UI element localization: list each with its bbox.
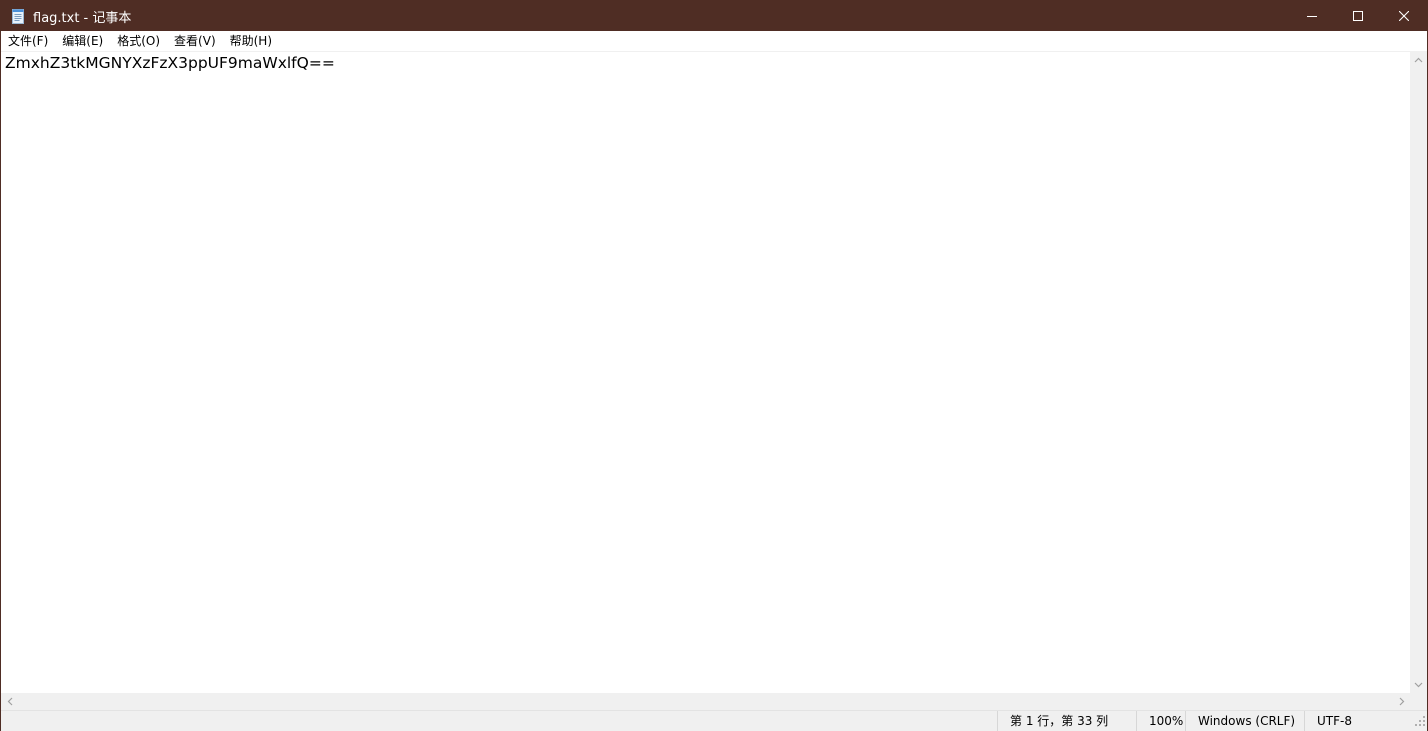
title-bar[interactable]: flag.txt - 记事本 xyxy=(1,1,1427,31)
scroll-left-icon[interactable] xyxy=(1,693,18,710)
menu-help[interactable]: 帮助(H) xyxy=(223,31,279,51)
minimize-icon xyxy=(1307,11,1317,21)
status-zoom: 100% xyxy=(1136,711,1185,731)
close-button[interactable] xyxy=(1381,1,1427,31)
horizontal-scrollbar[interactable] xyxy=(1,693,1410,710)
caption-buttons xyxy=(1289,1,1427,31)
menu-file[interactable]: 文件(F) xyxy=(1,31,55,51)
maximize-icon xyxy=(1353,11,1363,21)
minimize-button[interactable] xyxy=(1289,1,1335,31)
scroll-up-icon[interactable] xyxy=(1410,51,1427,68)
menu-bar: 文件(F) 编辑(E) 格式(O) 查看(V) 帮助(H) xyxy=(1,31,1427,51)
resize-grip-icon[interactable] xyxy=(1415,715,1425,729)
close-icon xyxy=(1399,11,1409,21)
menu-edit[interactable]: 编辑(E) xyxy=(55,31,110,51)
menu-view[interactable]: 查看(V) xyxy=(167,31,223,51)
scroll-right-icon[interactable] xyxy=(1393,693,1410,710)
menu-format[interactable]: 格式(O) xyxy=(110,31,167,51)
text-editor-area[interactable]: ZmxhZ3tkMGNYXzFzX3ppUF9maWxlfQ== xyxy=(1,51,1410,693)
notepad-window: flag.txt - 记事本 文件(F) 编辑(E) 格式(O) 查看(V) 帮… xyxy=(0,0,1428,731)
status-bar: 第 1 行，第 33 列 100% Windows (CRLF) UTF-8 xyxy=(1,710,1427,731)
maximize-button[interactable] xyxy=(1335,1,1381,31)
status-encoding: UTF-8 xyxy=(1304,711,1407,731)
window-title: flag.txt - 记事本 xyxy=(33,10,132,26)
editor-content[interactable]: ZmxhZ3tkMGNYXzFzX3ppUF9maWxlfQ== xyxy=(5,54,335,72)
scrollbar-corner xyxy=(1410,693,1427,710)
status-line-ending: Windows (CRLF) xyxy=(1185,711,1303,731)
notepad-icon[interactable] xyxy=(10,8,26,24)
vertical-scrollbar[interactable] xyxy=(1410,51,1427,693)
scroll-down-icon[interactable] xyxy=(1410,676,1427,693)
status-cursor-position: 第 1 行，第 33 列 xyxy=(997,711,1136,731)
